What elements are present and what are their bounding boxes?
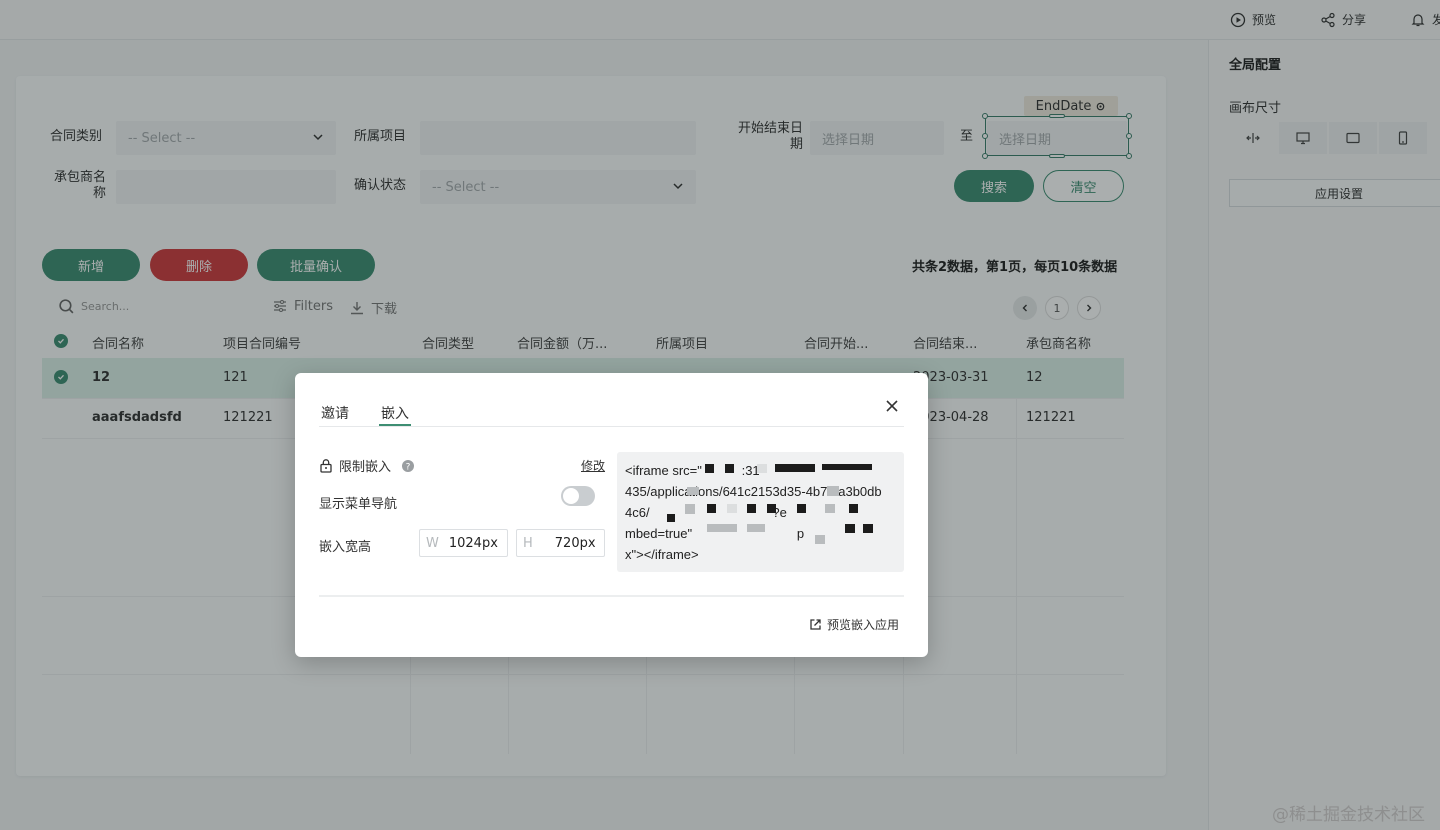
show-nav-toggle[interactable] — [561, 486, 595, 506]
redaction-mark — [849, 504, 858, 513]
svg-text:?: ? — [406, 462, 411, 472]
redaction-mark — [757, 464, 767, 473]
preview-embed-label: 预览嵌入应用 — [827, 618, 900, 632]
width-prefix: W — [426, 535, 439, 551]
redaction-mark — [727, 504, 737, 513]
tabs-divider — [319, 426, 904, 427]
tab-embed[interactable]: 嵌入 — [381, 403, 409, 423]
embed-code-line: x"></iframe> — [625, 547, 699, 562]
tab-invite[interactable]: 邀请 — [321, 403, 349, 423]
redaction-mark — [725, 464, 734, 473]
modify-link[interactable]: 修改 — [581, 457, 605, 474]
redaction-mark — [747, 524, 765, 532]
redaction-mark — [822, 464, 872, 470]
share-embed-modal: 邀请 嵌入 限制嵌入 ? 修改 显示菜单导航 嵌入宽高 W 1024px H 7… — [295, 373, 928, 657]
toggle-knob — [563, 488, 579, 504]
height-input[interactable]: H 720px — [516, 529, 605, 557]
watermark: @稀土掘金技术社区 — [1272, 805, 1425, 825]
embed-code-line: 435/applications/641c2153d35-4b7 5a3b0db — [625, 484, 882, 499]
redaction-mark — [687, 487, 699, 495]
redaction-mark — [707, 504, 716, 513]
redaction-mark — [767, 504, 776, 513]
restrict-embed-label: 限制嵌入 — [339, 460, 392, 475]
width-value: 1024px — [448, 535, 498, 551]
height-prefix: H — [523, 535, 533, 551]
modal-divider — [319, 595, 904, 597]
redaction-mark — [775, 464, 815, 472]
redaction-mark — [845, 524, 855, 533]
redaction-mark — [825, 504, 835, 513]
close-icon[interactable] — [884, 398, 900, 414]
redaction-mark — [827, 486, 839, 496]
height-value: 720px — [554, 535, 596, 551]
redaction-mark — [863, 524, 873, 533]
redaction-mark — [815, 535, 825, 544]
redaction-mark — [705, 464, 714, 473]
preview-embed-link[interactable]: 预览嵌入应用 — [809, 616, 899, 633]
restrict-embed-row: 限制嵌入 ? — [319, 456, 415, 475]
external-link-icon — [810, 619, 821, 630]
embed-size-label: 嵌入宽高 — [319, 540, 372, 555]
embed-code-box[interactable]: <iframe src=" :31 435/applications/641c2… — [617, 452, 904, 572]
redaction-mark — [667, 514, 675, 522]
redaction-mark — [797, 504, 806, 513]
redaction-mark — [685, 504, 695, 514]
lock-icon — [320, 459, 332, 473]
redaction-mark — [747, 504, 756, 513]
help-icon[interactable]: ? — [401, 459, 415, 473]
active-tab-indicator — [379, 424, 411, 426]
redaction-mark — [707, 524, 737, 532]
show-nav-label: 显示菜单导航 — [319, 497, 398, 512]
width-input[interactable]: W 1024px — [419, 529, 508, 557]
